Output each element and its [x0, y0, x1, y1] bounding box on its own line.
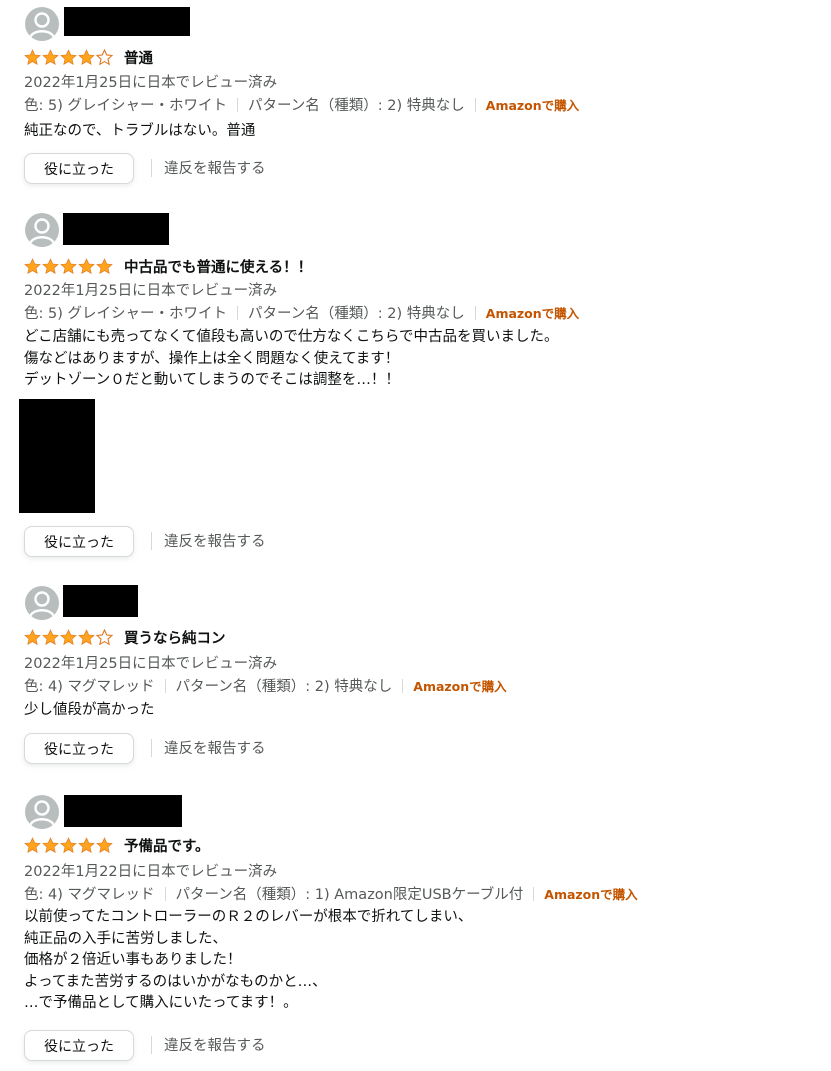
helpful-button[interactable]: 役に立った: [24, 733, 134, 764]
star-filled-icon: [78, 258, 95, 274]
review-date: 2022年1月25日に日本でレビュー済み: [24, 656, 278, 672]
title-row: 普通: [24, 47, 153, 67]
star-filled-icon: [42, 258, 59, 274]
star-filled-icon: [24, 49, 41, 65]
variant-info: 色: 4) マグマレッド パターン名（種類）: 2) 特典なし Amazonで購…: [24, 675, 507, 696]
review-image-redacted[interactable]: [19, 399, 95, 513]
star-filled-icon: [24, 837, 41, 853]
helpful-button[interactable]: 役に立った: [24, 1030, 134, 1061]
variant-info: 色: 4) マグマレッド パターン名（種類）: 1) Amazon限定USBケー…: [24, 883, 638, 904]
star-filled-icon: [24, 258, 41, 274]
report-abuse-link[interactable]: 違反を報告する: [164, 530, 266, 551]
verified-purchase-badge: Amazonで購入: [485, 306, 580, 321]
star-rating[interactable]: [24, 628, 114, 646]
review-date: 2022年1月25日に日本でレビュー済み: [24, 75, 278, 91]
user-icon: [28, 218, 56, 245]
star-rating[interactable]: [24, 258, 114, 275]
review-title[interactable]: 買うなら純コン: [124, 627, 226, 648]
reviewer-name-redacted: [63, 213, 169, 245]
variant-color[interactable]: 色: 4) マグマレッド: [24, 883, 155, 904]
reviewer-name-redacted: [64, 7, 190, 36]
star-filled-icon: [60, 49, 77, 65]
star-rating[interactable]: [24, 837, 114, 854]
review-title[interactable]: 予備品です。: [124, 835, 210, 856]
avatar[interactable]: [25, 7, 59, 41]
review-title[interactable]: 普通: [124, 47, 153, 68]
star-filled-icon: [78, 629, 95, 645]
review-body: どこ店舗にも売ってなくて値段も高いので仕方なくこちらで中古品を買いました。 傷な…: [24, 329, 559, 389]
report-abuse-link[interactable]: 違反を報告する: [164, 157, 266, 178]
variant-pattern: パターン名（種類）: 2) 特典なし: [248, 98, 465, 114]
verified-purchase-badge: Amazonで購入: [485, 98, 580, 113]
reviewer-name-redacted: [63, 585, 138, 617]
avatar[interactable]: [25, 213, 59, 247]
review-date: 2022年1月25日に日本でレビュー済み: [24, 283, 278, 299]
helpful-button[interactable]: 役に立った: [24, 153, 134, 184]
title-row: 中古品でも普通に使える！！: [24, 256, 312, 276]
star-filled-icon: [60, 629, 77, 645]
review-title[interactable]: 中古品でも普通に使える！！: [124, 256, 312, 277]
variant-color[interactable]: 色: 4) マグマレッド: [24, 675, 155, 696]
review-date: 2022年1月22日に日本でレビュー済み: [24, 864, 278, 880]
user-icon: [28, 800, 56, 827]
star-filled-icon: [60, 837, 77, 853]
title-row: 予備品です。: [24, 835, 210, 855]
star-filled-icon: [78, 837, 95, 853]
variant-info: 色: 5) グレイシャー・ホワイト パターン名（種類）: 2) 特典なし Ama…: [24, 302, 579, 323]
review-body: 以前使ってたコントローラーのＲ２のレバーが根本で折れてしまい、 純正品の入手に苦…: [24, 909, 473, 1012]
report-abuse-link[interactable]: 違反を報告する: [164, 1034, 266, 1055]
verified-purchase-badge: Amazonで購入: [413, 679, 507, 694]
star-filled-icon: [24, 629, 41, 645]
star-filled-icon: [96, 837, 113, 853]
variant-pattern: パターン名（種類）: 2) 特典なし: [248, 306, 465, 322]
star-rating[interactable]: [24, 48, 114, 66]
star-empty-icon: [96, 628, 113, 645]
star-filled-icon: [78, 49, 95, 65]
avatar[interactable]: [25, 795, 59, 829]
star-filled-icon: [60, 258, 77, 274]
variant-info: 色: 5) グレイシャー・ホワイト パターン名（種類）: 2) 特典なし Ama…: [24, 94, 579, 115]
review-body: 少し値段が高かった: [24, 702, 155, 718]
verified-purchase-badge: Amazonで購入: [544, 887, 638, 902]
reviewer-name-redacted: [64, 795, 182, 827]
variant-color[interactable]: 色: 5) グレイシャー・ホワイト: [24, 302, 227, 323]
user-icon: [28, 12, 56, 39]
helpful-button[interactable]: 役に立った: [24, 526, 134, 557]
variant-pattern: パターン名（種類）: 2) 特典なし: [175, 679, 393, 695]
star-filled-icon: [96, 258, 113, 274]
avatar[interactable]: [25, 586, 59, 620]
user-icon: [28, 591, 56, 618]
report-abuse-link[interactable]: 違反を報告する: [164, 737, 266, 758]
title-row: 買うなら純コン: [24, 627, 226, 647]
variant-color[interactable]: 色: 5) グレイシャー・ホワイト: [24, 94, 227, 115]
review-body: 純正なので、トラブルはない。普通: [24, 123, 256, 139]
star-filled-icon: [42, 49, 59, 65]
star-filled-icon: [42, 629, 59, 645]
variant-pattern: パターン名（種類）: 1) Amazon限定USBケーブル付: [175, 887, 524, 903]
star-empty-icon: [96, 48, 113, 65]
star-filled-icon: [42, 837, 59, 853]
